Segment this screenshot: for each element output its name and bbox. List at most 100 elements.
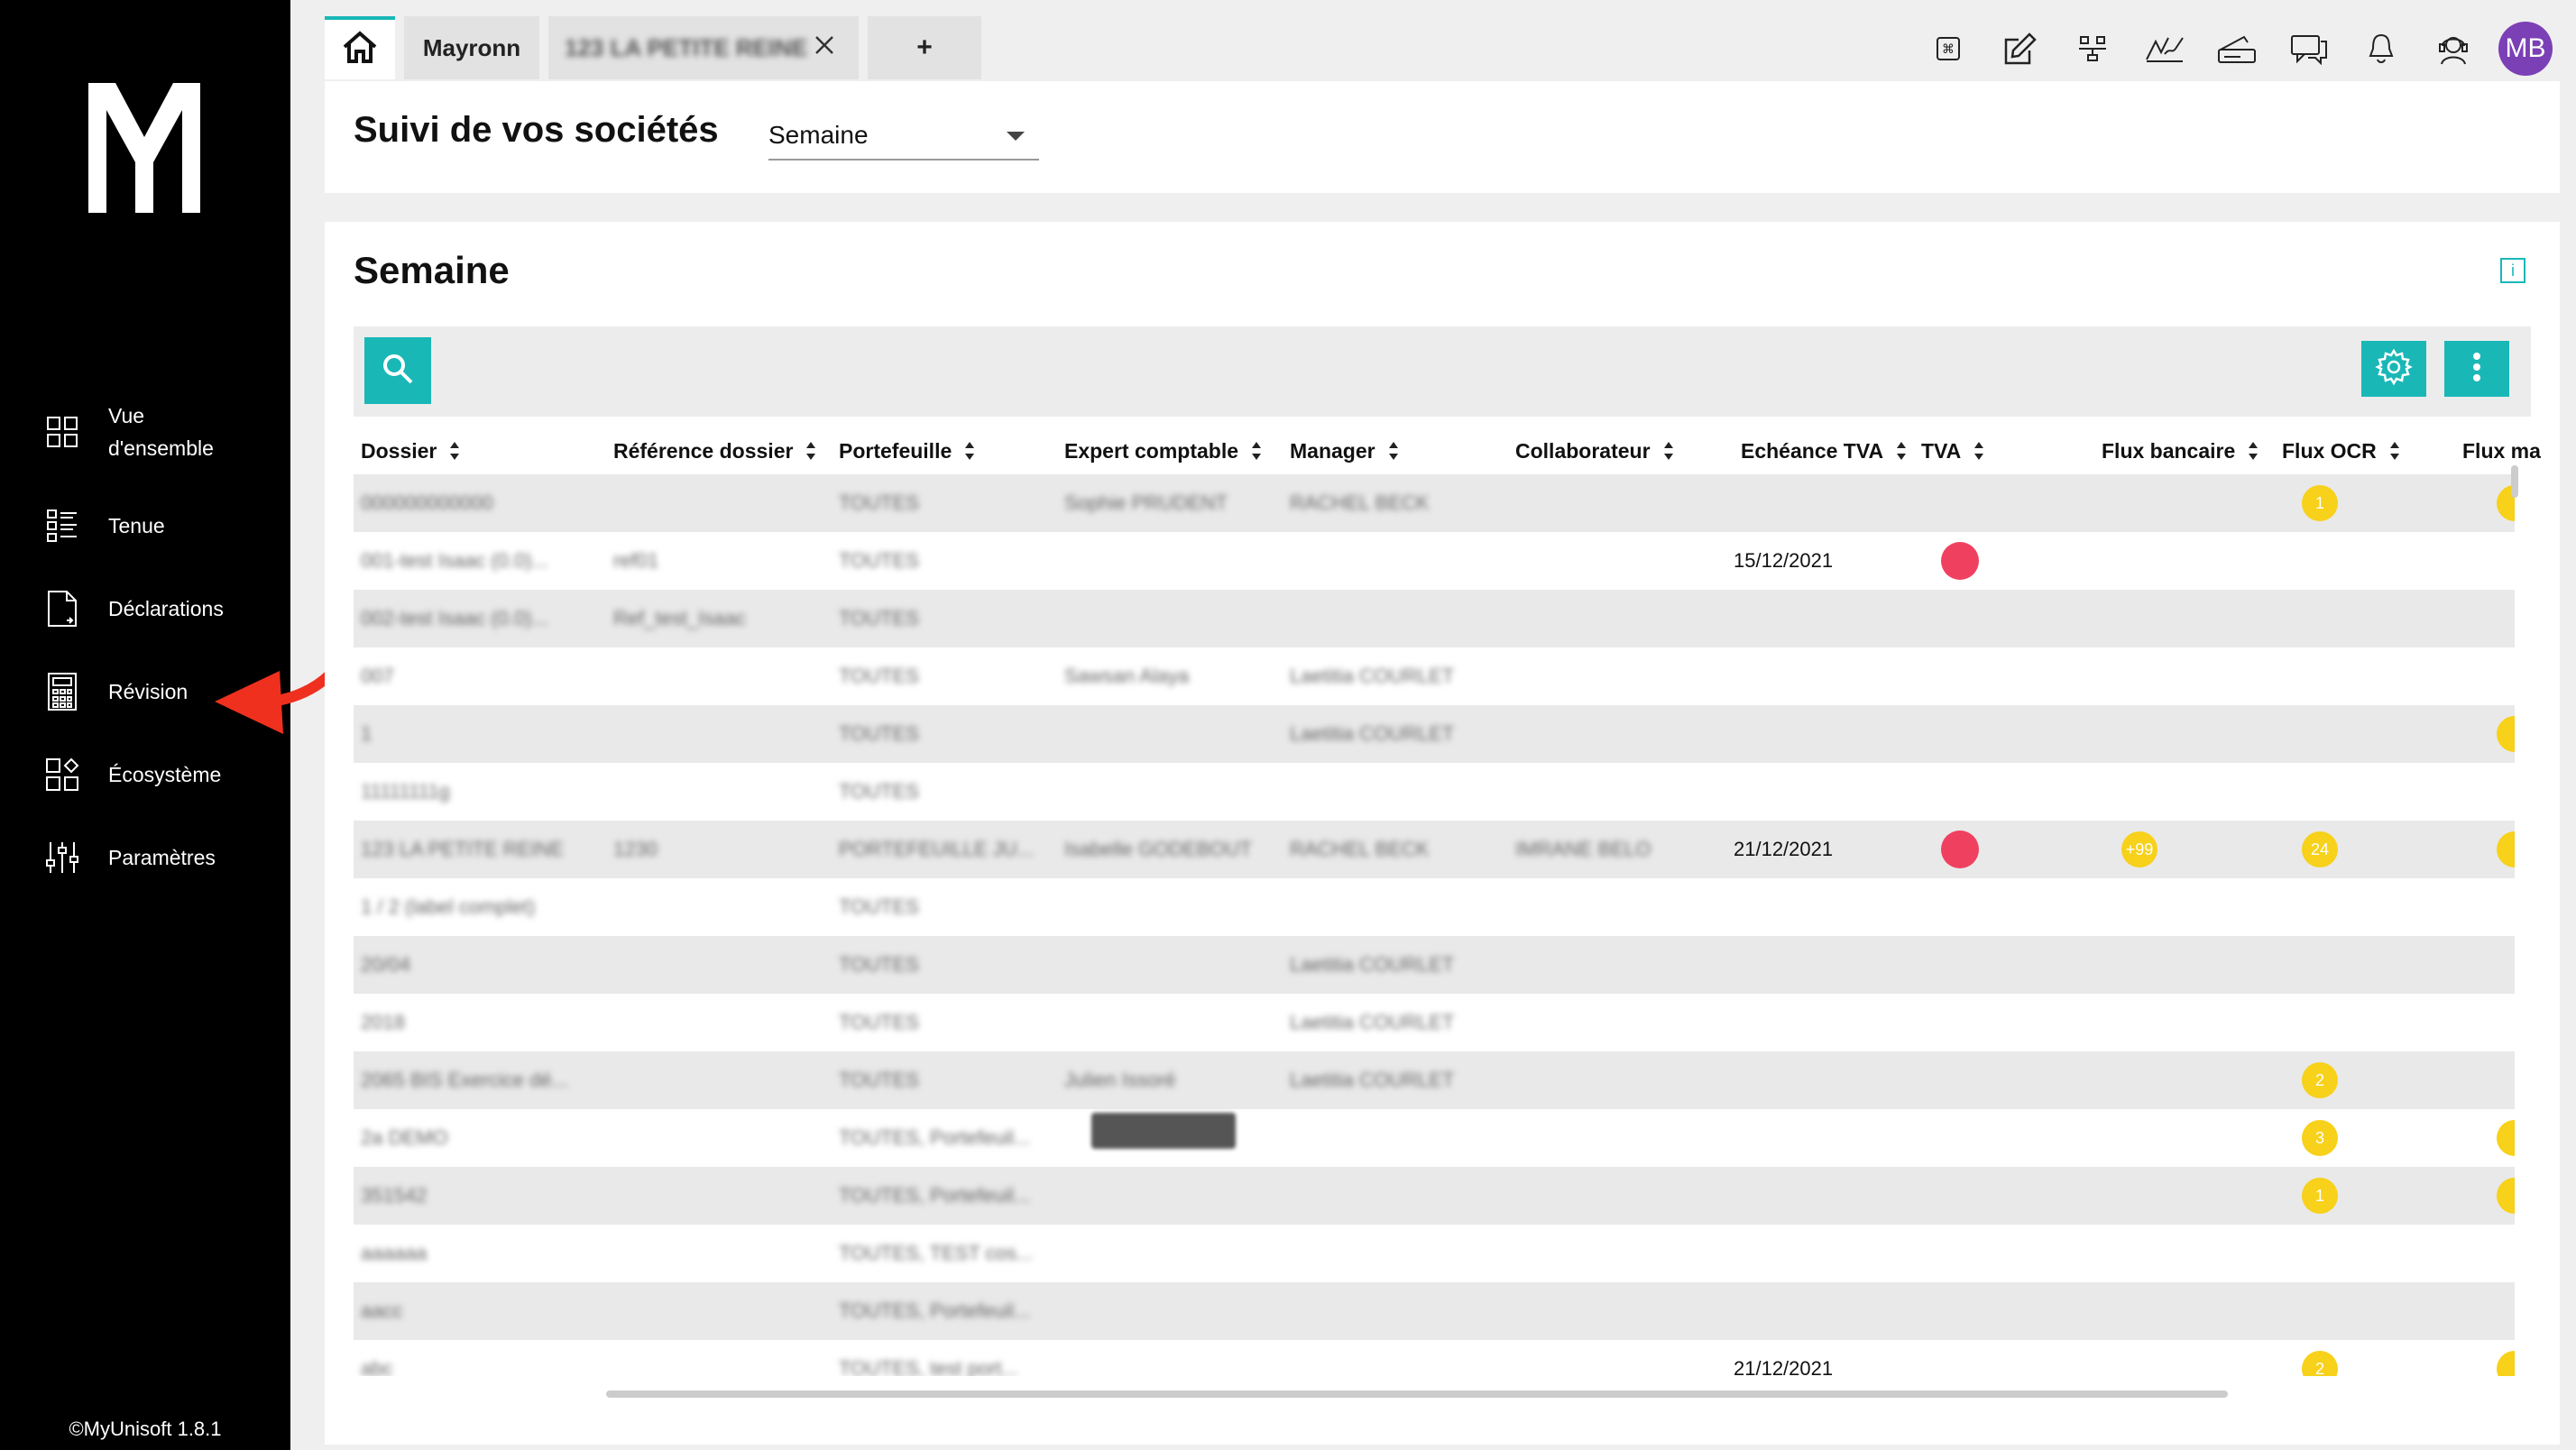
cell-ref <box>613 1340 821 1376</box>
horizontal-scrollbar[interactable] <box>606 1390 2228 1398</box>
table-row[interactable]: 20/04 TOUTES Laetitia COURLET <box>354 936 2515 994</box>
support-icon[interactable] <box>2426 22 2480 76</box>
cell-echeance <box>1734 1167 1914 1225</box>
sidebar-item-tenue[interactable]: Tenue <box>0 494 290 557</box>
tab-company[interactable]: 123 LA PETITE REINE <box>548 16 859 79</box>
column-header-manager[interactable]: Manager <box>1290 424 1399 478</box>
column-header-dossier[interactable]: Dossier <box>361 424 460 478</box>
vertical-scrollbar[interactable] <box>2511 465 2518 498</box>
cell-manager: RACHEL BECK <box>1290 838 1430 860</box>
cell-manager: Laetitia COURLET <box>1290 1069 1455 1091</box>
search-button[interactable] <box>364 337 431 404</box>
table-row[interactable]: 2a DEMO TOUTES, Portefeuil... 3 <box>354 1109 2515 1167</box>
flux-ma-badge[interactable] <box>2497 1167 2515 1225</box>
cell-portefeuille: TOUTES <box>839 722 919 745</box>
cell-echeance <box>1734 763 1914 821</box>
home-icon <box>342 30 378 70</box>
cell-manager: Laetitia COURLET <box>1290 953 1455 976</box>
cell-expert <box>1064 532 1272 590</box>
column-header-flux-ocr[interactable]: Flux OCR <box>2282 424 2400 478</box>
cell-dossier: 351542 <box>361 1184 428 1207</box>
more-options-button[interactable] <box>2444 341 2509 397</box>
period-select-value: Semaine <box>768 121 869 149</box>
copyright: ©MyUnisoft 1.8.1 <box>69 1418 222 1440</box>
table-row[interactable]: aaaaaa TOUTES, TEST cos... <box>354 1225 2515 1282</box>
bell-icon[interactable] <box>2354 22 2408 76</box>
flux-ocr-badge[interactable]: 3 <box>2302 1109 2338 1167</box>
cell-echeance <box>1734 936 1914 994</box>
column-header-echeance-tva[interactable]: Echéance TVA <box>1741 424 1907 478</box>
close-icon[interactable] <box>814 34 835 62</box>
table-row[interactable]: 2065 BIS Exercice dé... TOUTES Julien Isso… <box>354 1051 2515 1109</box>
cell-portefeuille: TOUTES <box>839 1011 919 1033</box>
settings-button[interactable] <box>2361 341 2426 397</box>
column-header-portefeuille[interactable]: Portefeuille <box>839 424 975 478</box>
command-icon[interactable]: ⌘ <box>1921 22 1975 76</box>
table-row[interactable]: 001-test Isaac (0.0)... ref01 TOUTES 15/12/… <box>354 532 2515 590</box>
table-row[interactable]: 002-test Isaac (0.0)... Ref_test_Isaac TOU… <box>354 590 2515 647</box>
tab-bar: Mayronn 123 LA PETITE REINE + <box>325 16 990 81</box>
cell-ref <box>613 705 821 763</box>
flux-ocr-badge[interactable]: 2 <box>2302 1340 2338 1376</box>
table-row[interactable]: 123 LA PETITE REINE 1230 PORTEFEUILLE JU..… <box>354 821 2515 878</box>
flux-ocr-badge[interactable]: 1 <box>2302 1167 2338 1225</box>
flux-ocr-count: 3 <box>2302 1120 2338 1156</box>
column-header-collaborateur[interactable]: Collaborateur <box>1515 424 1674 478</box>
sidebar-item-label: Tenue <box>108 514 165 537</box>
scanner-icon[interactable] <box>2210 22 2264 76</box>
sort-icon <box>1388 442 1399 460</box>
add-tab-button[interactable]: + <box>868 16 981 79</box>
tab-mayronn[interactable]: Mayronn <box>404 16 539 79</box>
myunisoft-logo[interactable] <box>88 83 200 213</box>
tab-home[interactable] <box>325 16 395 79</box>
column-header-flux-ma[interactable]: Flux ma <box>2462 424 2541 478</box>
flux-ocr-badge[interactable]: 2 <box>2302 1051 2338 1109</box>
network-icon[interactable] <box>2065 22 2120 76</box>
table-row[interactable]: 351542 TOUTES, Portefeuil... 1 <box>354 1167 2515 1225</box>
avatar[interactable]: MB <box>2498 22 2553 76</box>
flux-ocr-count: 2 <box>2302 1062 2338 1098</box>
sidebar-item-ecosysteme[interactable]: Écosystème <box>0 743 290 806</box>
cell-ref: 1230 <box>613 838 658 860</box>
period-select[interactable]: Semaine <box>768 117 1039 161</box>
cell-expert <box>1064 763 1272 821</box>
tooltip <box>1091 1113 1236 1149</box>
cell-dossier: 2018 <box>361 1011 405 1033</box>
table-row[interactable]: 000000000000 TOUTES Sophie PRUDENT RACHEL B… <box>354 474 2515 532</box>
flux-ocr-badge[interactable]: 1 <box>2302 474 2338 532</box>
column-header-tva[interactable]: TVA <box>1921 424 1984 478</box>
chat-icon[interactable] <box>2282 22 2336 76</box>
column-header-reference[interactable]: Référence dossier <box>613 424 816 478</box>
signature-icon[interactable] <box>2138 22 2192 76</box>
table-row[interactable]: 1 / 2 (label complet) TOUTES <box>354 878 2515 936</box>
table-row[interactable]: aacc TOUTES, Portefeuil... <box>354 1282 2515 1340</box>
sort-icon <box>1251 442 1262 460</box>
table-row[interactable]: abc TOUTES, test port... 21/12/2021 2 <box>354 1340 2515 1376</box>
table-row[interactable]: 1 TOUTES Laetitia COURLET <box>354 705 2515 763</box>
info-icon[interactable]: i <box>2500 258 2525 283</box>
cell-collab <box>1515 763 1723 821</box>
cell-collab <box>1515 1109 1723 1167</box>
flux-ma-badge[interactable] <box>2497 1109 2515 1167</box>
cell-collab <box>1515 1282 1723 1340</box>
cell-portefeuille: TOUTES <box>839 607 919 629</box>
cell-expert <box>1064 705 1272 763</box>
flux-bancaire-badge[interactable]: +99 <box>2121 821 2157 878</box>
sidebar-item-vue-ensemble[interactable]: Vue d'ensemble <box>0 400 290 463</box>
edit-icon[interactable] <box>1993 22 2047 76</box>
grid-icon <box>43 413 81 451</box>
table-row[interactable]: 2018 TOUTES Laetitia COURLET <box>354 994 2515 1051</box>
column-header-flux-bancaire[interactable]: Flux bancaire <box>2102 424 2259 478</box>
cell-expert: Julien Issoré <box>1064 1069 1176 1091</box>
table-row[interactable]: 11111111g TOUTES <box>354 763 2515 821</box>
cell-echeance <box>1734 1051 1914 1109</box>
flux-ma-badge[interactable] <box>2497 1340 2515 1376</box>
sidebar-item-parametres[interactable]: Paramètres <box>0 826 290 889</box>
tva-status-dot[interactable] <box>1941 821 1979 878</box>
tva-status-dot[interactable] <box>1941 532 1979 590</box>
flux-ma-badge[interactable] <box>2497 705 2515 763</box>
column-header-expert[interactable]: Expert comptable <box>1064 424 1262 478</box>
flux-ma-badge[interactable] <box>2497 821 2515 878</box>
flux-ocr-badge[interactable]: 24 <box>2302 821 2338 878</box>
table-row[interactable]: 007 TOUTES Sawsan Alaya Laetitia COURLET <box>354 647 2515 705</box>
